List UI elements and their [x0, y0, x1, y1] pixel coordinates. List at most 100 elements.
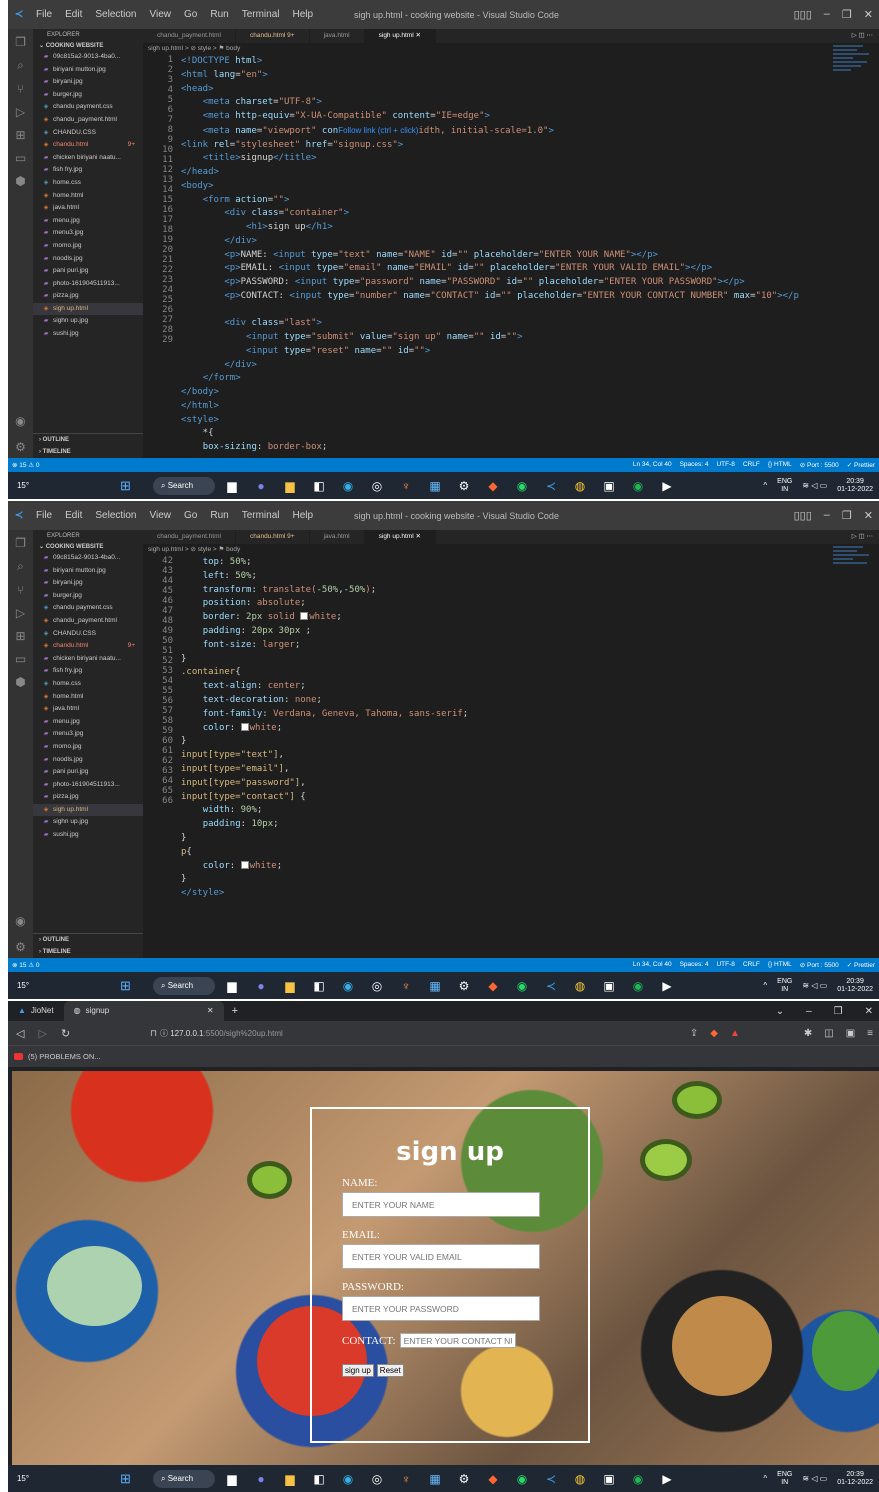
tab-chandu[interactable]: chandu.html 9+: [236, 530, 310, 544]
file-item[interactable]: ◈ chandu_payment.html: [33, 615, 143, 628]
indentation[interactable]: Spaces: 4: [680, 961, 709, 969]
file-item[interactable]: ▰ menu.jpg: [33, 716, 143, 729]
email-input[interactable]: [342, 1244, 540, 1269]
file-item[interactable]: ▰ fish fry.jpg: [33, 665, 143, 678]
settings-icon[interactable]: ⚙: [454, 979, 474, 993]
chrome-icon[interactable]: ◍: [570, 1472, 590, 1486]
file-item[interactable]: ▰ sighn up.jpg: [33, 315, 143, 328]
minimize-icon[interactable]: –: [806, 1006, 812, 1017]
file-item[interactable]: ▰ pizza.jpg: [33, 290, 143, 303]
spotify-icon[interactable]: ◉: [628, 1472, 648, 1486]
menu-run[interactable]: Run: [210, 9, 228, 20]
file-item[interactable]: ◈ home.css: [33, 678, 143, 691]
file-item[interactable]: ▰ 09c815a2-9013-4ba0...: [33, 552, 143, 565]
minimap[interactable]: [829, 544, 879, 958]
layout-icon[interactable]: ▯▯▯: [794, 8, 812, 21]
spotify-icon[interactable]: ◉: [628, 479, 648, 493]
app-icon[interactable]: ◧: [309, 479, 329, 493]
chrome-icon[interactable]: ◍: [570, 979, 590, 993]
search-icon[interactable]: ⌕: [17, 559, 24, 574]
app-icon[interactable]: ◧: [309, 979, 329, 993]
close-icon[interactable]: ✕: [864, 8, 873, 21]
edge-icon[interactable]: ◉: [338, 1472, 358, 1486]
menu-run[interactable]: Run: [210, 510, 228, 521]
file-item[interactable]: ▰ biriyani mutton.jpg: [33, 565, 143, 578]
file-item[interactable]: ▰ chicken biriyani naatu...: [33, 653, 143, 666]
media-icon[interactable]: ▶: [657, 1472, 677, 1486]
settings-icon[interactable]: ⚙: [454, 479, 474, 493]
source-control-icon[interactable]: ⑂: [17, 82, 24, 96]
tab-chandu-payment[interactable]: chandu_payment.html: [143, 29, 236, 43]
file-item[interactable]: ◈ java.html: [33, 703, 143, 716]
file-item[interactable]: ▰ photo-161904511913...: [33, 779, 143, 792]
run-split-icon[interactable]: ▷ ◫ ⋯: [852, 29, 879, 43]
file-explorer-icon[interactable]: ▆: [280, 979, 300, 993]
reload-icon[interactable]: ↻: [61, 1027, 70, 1040]
weather-widget[interactable]: 15°: [8, 481, 38, 490]
file-item[interactable]: ▰ sighn up.jpg: [33, 816, 143, 829]
tab-java[interactable]: java.html: [310, 29, 365, 43]
file-item[interactable]: ▰ momo.jpg: [33, 240, 143, 253]
app2-icon[interactable]: ◎: [367, 979, 387, 993]
app2-icon[interactable]: ◎: [367, 1472, 387, 1486]
whatsapp-icon[interactable]: ◉: [512, 979, 532, 993]
menu-help[interactable]: Help: [293, 9, 314, 20]
file-explorer-icon[interactable]: ▆: [280, 479, 300, 493]
chat-icon[interactable]: ●: [251, 479, 271, 493]
chrome-icon[interactable]: ◍: [570, 479, 590, 493]
language-indicator[interactable]: ENG IN: [777, 478, 792, 494]
file-item[interactable]: ◈ sigh up.html: [33, 803, 143, 817]
minimize-icon[interactable]: –: [824, 8, 830, 21]
code-editor[interactable]: 42 43 44 45 46 47 48 49 50 51 52 53 54 55 56 57 58 59 60 61…: [143, 556, 829, 958]
tray-chevron-icon[interactable]: ^: [763, 1474, 767, 1483]
browser-tab-signup[interactable]: ◍ signup ✕: [63, 1001, 224, 1021]
media-icon[interactable]: ▶: [657, 479, 677, 493]
menu-selection[interactable]: Selection: [95, 9, 136, 20]
minimize-icon[interactable]: –: [824, 509, 830, 522]
file-item[interactable]: ◈ chandu payment.css: [33, 602, 143, 615]
line-ending[interactable]: CRLF: [743, 961, 760, 969]
clock[interactable]: 20:39 01-12-2022: [837, 978, 873, 994]
chat-icon[interactable]: ●: [251, 1472, 271, 1486]
chat-icon[interactable]: ●: [251, 979, 271, 993]
vscode-taskbar-icon[interactable]: ≺: [541, 479, 561, 493]
app4-icon[interactable]: ▣: [599, 979, 619, 993]
url-field[interactable]: ⓘ 127.0.0.1:5500/sigh%20up.html: [160, 1028, 283, 1039]
explorer-icon[interactable]: ❐: [15, 536, 26, 550]
language-mode[interactable]: {} HTML: [768, 961, 792, 969]
settings-icon[interactable]: ⚙: [454, 1472, 474, 1486]
windows-start-icon[interactable]: ⊞: [120, 478, 131, 494]
brave-shield-icon[interactable]: ◆: [710, 1028, 718, 1039]
run-debug-icon[interactable]: ▷: [16, 606, 25, 620]
restore-icon[interactable]: ❐: [842, 509, 852, 522]
extensions-icon[interactable]: ⊞: [15, 629, 25, 643]
indentation[interactable]: Spaces: 4: [680, 461, 709, 469]
app3-icon[interactable]: ♆: [396, 479, 416, 493]
file-item[interactable]: ▰ biryani.jpg: [33, 76, 143, 89]
wifi-sound-battery-icon[interactable]: ≋ ◁ ▭: [802, 1474, 827, 1483]
restore-icon[interactable]: ❐: [842, 8, 852, 21]
language-mode[interactable]: {} HTML: [768, 461, 792, 469]
file-item[interactable]: ◈ java.html: [33, 202, 143, 215]
file-item[interactable]: ▰ pani puri.jpg: [33, 766, 143, 779]
taskbar-search[interactable]: ⌕ Search: [153, 976, 215, 995]
wifi-sound-battery-icon[interactable]: ≋ ◁ ▭: [802, 981, 827, 990]
file-item[interactable]: ◈ chandu_payment.html: [33, 114, 143, 127]
edge-icon[interactable]: ◉: [338, 979, 358, 993]
menu-selection[interactable]: Selection: [95, 510, 136, 521]
tray-chevron-icon[interactable]: ^: [763, 481, 767, 490]
file-item[interactable]: ▰ noodls.jpg: [33, 253, 143, 266]
bookmark-item[interactable]: (5) PROBLEMS ON...: [28, 1052, 101, 1061]
live-server-port[interactable]: ⊘ Port : 5500: [800, 461, 839, 469]
outline-section[interactable]: › OUTLINE: [33, 934, 143, 946]
line-ending[interactable]: CRLF: [743, 461, 760, 469]
password-input[interactable]: [342, 1296, 540, 1321]
menu-terminal[interactable]: Terminal: [242, 510, 280, 521]
file-item[interactable]: ▰ biriyani mutton.jpg: [33, 64, 143, 77]
layout-icon[interactable]: ▯▯▯: [794, 509, 812, 522]
folder-name[interactable]: ⌄ COOKING WEBSITE: [33, 542, 143, 552]
settings-gear-icon[interactable]: ⚙: [15, 440, 26, 454]
file-item[interactable]: ◈ CHANDU.CSS: [33, 628, 143, 641]
task-view-icon[interactable]: ▆: [222, 979, 242, 993]
menu-help[interactable]: Help: [293, 510, 314, 521]
